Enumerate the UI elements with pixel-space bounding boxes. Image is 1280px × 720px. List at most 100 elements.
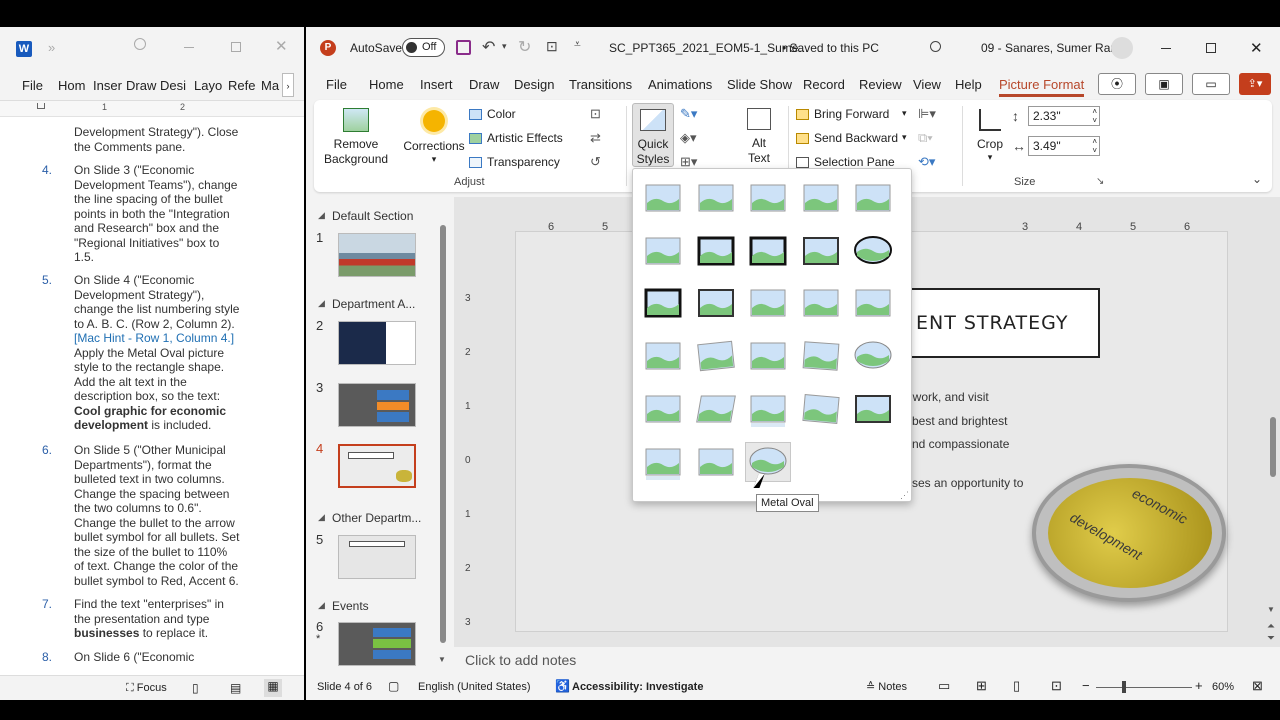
word-tab-home[interactable]: Hom (58, 78, 85, 93)
height-input[interactable]: 2.33" ˄ ˅ (1028, 106, 1100, 126)
alt-text-button[interactable]: Alt Text (737, 106, 781, 170)
tab-file[interactable]: File (326, 77, 347, 92)
word-tab-insert[interactable]: Inser (93, 78, 122, 93)
picture-style-swatch[interactable] (851, 232, 895, 270)
search-icon[interactable] (930, 41, 941, 52)
customize-qat-icon[interactable]: ⩡ (574, 37, 581, 52)
tab-help[interactable]: Help (955, 77, 982, 92)
quick-access-more-icon[interactable]: » (48, 40, 55, 55)
zoom-slider[interactable] (1096, 681, 1192, 693)
tab-picture-format[interactable]: Picture Format (999, 77, 1085, 97)
tab-transitions[interactable]: Transitions (569, 77, 632, 92)
collapse-section-icon[interactable]: ◢ (318, 210, 325, 221)
slide-show-icon[interactable]: ⊡ (1051, 678, 1062, 694)
slide-thumbnail-1[interactable] (338, 233, 416, 277)
economic-development-picture[interactable]: economic development (1032, 464, 1226, 602)
picture-style-swatch[interactable] (694, 284, 738, 322)
scrollbar-thumb[interactable] (440, 225, 446, 643)
tab-view[interactable]: View (913, 77, 941, 92)
picture-style-swatch[interactable] (799, 337, 843, 375)
picture-style-metal-oval[interactable] (745, 441, 791, 482)
picture-style-swatch[interactable] (799, 390, 843, 428)
picture-effects-icon[interactable]: ◈▾ (680, 130, 697, 146)
accessibility-status[interactable]: Accessibility: Investigate (572, 681, 703, 693)
group-icon[interactable]: ⧉▾ (918, 130, 933, 146)
word-minimize-icon[interactable] (184, 47, 194, 48)
word-tab-file[interactable]: File (22, 78, 43, 93)
scroll-down-icon[interactable]: ▼ (1267, 605, 1275, 614)
picture-style-swatch[interactable] (694, 443, 738, 481)
picture-style-swatch[interactable] (799, 284, 843, 322)
size-dialog-launcher-icon[interactable]: ↘ (1096, 176, 1104, 187)
collapse-ribbon-icon[interactable]: ⌄ (1252, 172, 1262, 186)
slide-thumbnail-5[interactable] (338, 535, 416, 579)
undo-icon[interactable]: ↶ (482, 37, 495, 57)
slide-bullet-text[interactable]: ses an opportunity to (912, 476, 1023, 490)
collapse-section-icon[interactable]: ◢ (318, 600, 325, 611)
undo-dropdown-icon[interactable]: ▾ (502, 41, 507, 52)
artistic-effects-button[interactable]: Artistic Effects (469, 131, 579, 149)
maximize-icon[interactable] (1206, 43, 1216, 53)
word-tab-scroll-button[interactable]: › (282, 73, 294, 97)
section-other-departments[interactable]: Other Departm... (332, 511, 421, 525)
present-button[interactable]: ▣ (1145, 73, 1183, 95)
reset-picture-icon[interactable]: ↺ (590, 154, 601, 170)
picture-style-swatch[interactable] (851, 390, 895, 428)
picture-style-swatch[interactable] (641, 179, 685, 217)
slide-bullet-text[interactable]: , work, and visit (906, 390, 989, 404)
collapse-section-icon[interactable]: ◢ (318, 512, 325, 523)
slide-thumbnail-6[interactable] (338, 622, 416, 666)
change-picture-icon[interactable]: ⇄ (590, 130, 601, 146)
slide-title-box[interactable]: ENT STRATEGY (896, 288, 1100, 358)
tab-slide-show[interactable]: Slide Show (727, 77, 792, 92)
word-maximize-icon[interactable] (231, 42, 241, 52)
tab-animations[interactable]: Animations (648, 77, 712, 92)
picture-style-swatch[interactable] (694, 179, 738, 217)
width-spinner[interactable]: ˄ ˅ (1092, 137, 1097, 155)
present-from-start-icon[interactable]: ⊡ (546, 38, 558, 55)
gallery-resize-grip-icon[interactable]: ⋰ (900, 490, 909, 501)
zoom-slider-thumb[interactable] (1122, 681, 1126, 693)
picture-border-icon[interactable]: ✎▾ (680, 106, 697, 122)
picture-style-swatch[interactable] (694, 390, 738, 428)
focus-button[interactable]: ⛶ Focus (126, 682, 167, 695)
quick-styles-button[interactable]: Quick Styles (632, 103, 674, 167)
picture-style-swatch[interactable] (746, 337, 790, 375)
picture-style-swatch[interactable] (746, 179, 790, 217)
picture-style-swatch[interactable] (694, 232, 738, 270)
picture-style-swatch[interactable] (746, 232, 790, 270)
notes-button[interactable]: ≙ Notes (866, 680, 907, 693)
notes-pane[interactable]: Click to add notes (454, 647, 1280, 675)
picture-style-swatch[interactable] (851, 179, 895, 217)
zoom-out-icon[interactable]: − (1082, 678, 1090, 693)
picture-style-swatch[interactable] (799, 232, 843, 270)
scroll-down-icon[interactable]: ▼ (438, 655, 446, 664)
language-label[interactable]: English (United States) (418, 681, 531, 693)
picture-style-swatch[interactable] (641, 284, 685, 322)
slide-thumbnail-2[interactable] (338, 321, 416, 365)
section-default[interactable]: Default Section (332, 209, 413, 223)
corrections-button[interactable]: Corrections ▾ (402, 106, 466, 170)
notes-placeholder[interactable]: Click to add notes (465, 652, 576, 668)
word-tab-draw[interactable]: Draw (126, 78, 156, 93)
record-button[interactable]: ⦿ (1098, 73, 1136, 95)
tab-review[interactable]: Review (859, 77, 902, 92)
word-tab-references[interactable]: Refe (228, 78, 255, 93)
zoom-level[interactable]: 60% (1212, 681, 1234, 693)
word-search-icon[interactable] (134, 38, 146, 50)
next-slide-icon[interactable]: ⏷ (1267, 633, 1275, 644)
spelling-icon[interactable]: ▢ (388, 679, 399, 693)
align-icon[interactable]: ⊫▾ (918, 106, 936, 122)
close-icon[interactable]: ✕ (1250, 39, 1263, 57)
transparency-button[interactable]: Transparency (469, 155, 579, 173)
picture-style-swatch[interactable] (694, 337, 738, 375)
color-button[interactable]: Color (469, 107, 529, 125)
tab-home[interactable]: Home (369, 77, 404, 92)
tab-insert[interactable]: Insert (420, 77, 453, 92)
previous-slide-icon[interactable]: ⏶ (1267, 621, 1275, 632)
thumbnails-scrollbar[interactable] (440, 225, 446, 643)
slide-thumbnail-3[interactable] (338, 383, 416, 427)
crop-button[interactable]: Crop ▾ (970, 106, 1010, 170)
picture-style-swatch[interactable] (641, 443, 685, 481)
tab-record[interactable]: Record (803, 77, 845, 92)
